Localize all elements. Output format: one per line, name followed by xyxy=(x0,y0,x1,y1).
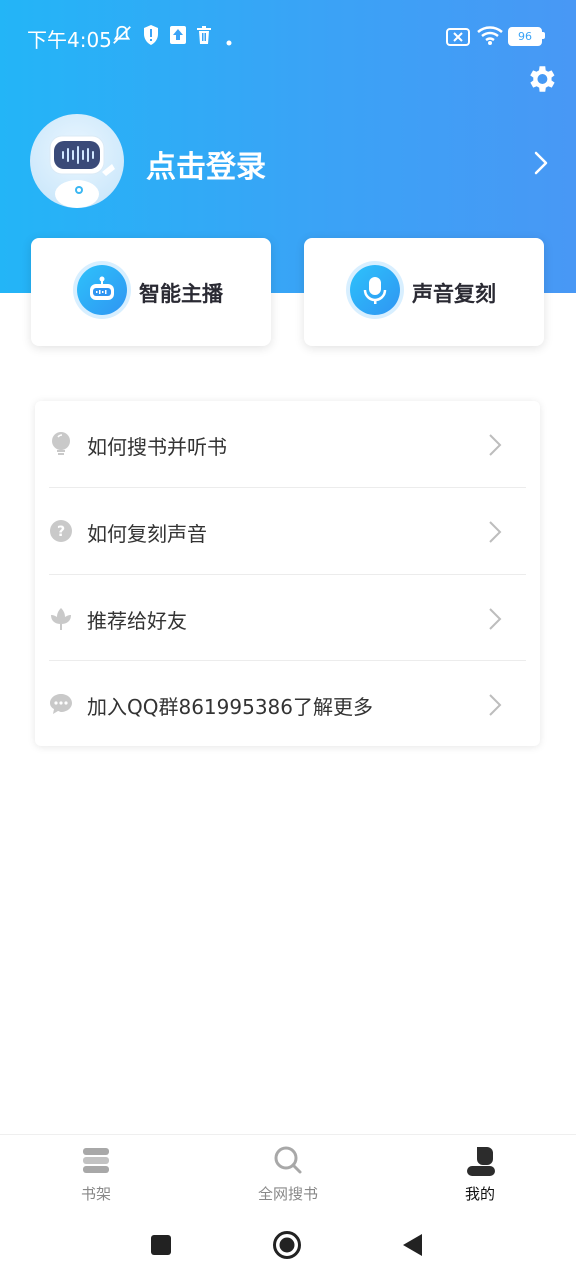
tab-bookshelf[interactable]: 书架 xyxy=(36,1135,156,1215)
sim-off-icon xyxy=(446,28,470,46)
voice-clone-card[interactable]: 声音复刻 xyxy=(304,238,544,346)
wifi-icon xyxy=(477,26,503,45)
battery-icon: 96 xyxy=(508,27,542,46)
bottom-tab-bar: 书架 全网搜书 我的 xyxy=(0,1134,576,1215)
tab-web-search[interactable]: 全网搜书 xyxy=(228,1135,348,1215)
tab-label: 书架 xyxy=(80,1185,111,1203)
status-time: 下午4:05 xyxy=(27,28,112,52)
question-icon: ? xyxy=(50,520,72,542)
tab-label: 全网搜书 xyxy=(257,1185,318,1203)
menu-item-join-qq-group[interactable]: 加入QQ群861995386了解更多 xyxy=(35,661,540,747)
system-nav-bar xyxy=(0,1214,576,1280)
menu-item-recommend[interactable]: 推荐给好友 xyxy=(35,575,540,661)
gear-icon[interactable] xyxy=(524,62,558,96)
chevron-right-icon xyxy=(489,608,502,630)
trash-icon xyxy=(197,26,211,44)
chevron-right-icon xyxy=(489,434,502,456)
smart-anchor-label: 智能主播 xyxy=(139,282,223,306)
login-label[interactable]: 点击登录 xyxy=(146,142,266,186)
menu-item-label: 推荐给好友 xyxy=(87,609,187,633)
bookshelf-icon xyxy=(83,1148,109,1173)
recent-apps-icon[interactable] xyxy=(150,1234,172,1256)
menu-item-search-listen[interactable]: 如何搜书并听书 xyxy=(35,401,540,487)
tab-label: 我的 xyxy=(464,1185,495,1203)
chevron-right-icon xyxy=(489,694,502,716)
avatar[interactable] xyxy=(30,114,124,208)
home-icon[interactable] xyxy=(272,1230,302,1260)
menu-item-label: 加入QQ群861995386了解更多 xyxy=(87,695,374,719)
mute-icon xyxy=(113,25,131,44)
dot-icon xyxy=(226,40,232,46)
robot-icon-badge xyxy=(77,265,127,315)
lightbulb-icon xyxy=(52,432,70,455)
svg-text:?: ? xyxy=(57,524,65,540)
microphone-icon-badge xyxy=(350,265,400,315)
robot-avatar-icon xyxy=(49,135,115,208)
status-bar: 下午4:05 96 xyxy=(0,0,576,72)
robot-icon xyxy=(90,276,114,300)
menu-item-clone-voice[interactable]: ? 如何复刻声音 xyxy=(35,488,540,574)
tab-mine[interactable]: 我的 xyxy=(420,1135,540,1215)
flower-icon xyxy=(51,608,71,630)
voice-clone-label: 声音复刻 xyxy=(412,282,496,306)
menu-item-label: 如何复刻声音 xyxy=(87,522,207,546)
upload-icon xyxy=(170,26,186,44)
chat-icon xyxy=(50,694,72,714)
chevron-right-icon xyxy=(489,521,502,543)
help-menu-card: 如何搜书并听书 ? 如何复刻声音 推荐给好友 加入QQ群861995386了解更… xyxy=(35,401,540,746)
shield-icon xyxy=(144,25,158,45)
search-icon xyxy=(274,1146,302,1174)
chevron-right-icon[interactable] xyxy=(530,150,552,176)
menu-item-label: 如何搜书并听书 xyxy=(87,435,227,459)
battery-tip xyxy=(542,32,545,39)
back-icon[interactable] xyxy=(400,1232,424,1258)
smart-anchor-card[interactable]: 智能主播 xyxy=(31,238,271,346)
user-icon xyxy=(467,1147,495,1176)
microphone-icon xyxy=(363,277,387,304)
